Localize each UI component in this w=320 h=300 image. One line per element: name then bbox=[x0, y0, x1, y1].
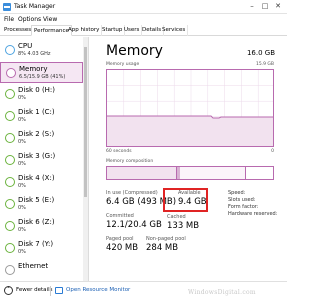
menu-view[interactable]: View bbox=[43, 16, 57, 23]
memory-composition-label: Memory composition bbox=[106, 159, 154, 164]
composition-standby bbox=[180, 167, 246, 179]
sidebar-item-label: Disk 3 (G:) bbox=[18, 152, 56, 160]
menu-bar: File Options View bbox=[0, 14, 287, 25]
memory-total: 16.0 GB bbox=[246, 49, 275, 57]
sidebar-item-sub: 0% bbox=[18, 117, 26, 123]
maximize-icon[interactable]: □ bbox=[258, 1, 272, 12]
disk-graph-icon bbox=[5, 243, 15, 253]
open-resource-monitor-link[interactable]: Open Resource Monitor bbox=[66, 287, 130, 293]
page-title: Memory bbox=[106, 43, 163, 59]
sidebar-item-label: Disk 0 (H:) bbox=[18, 86, 56, 94]
disk-graph-icon bbox=[5, 221, 15, 231]
sidebar-item-sub: 0% bbox=[18, 161, 26, 167]
watermark: WindowsDigital.com bbox=[188, 289, 256, 296]
sidebar-item-label: Disk 4 (X:) bbox=[18, 174, 55, 182]
sidebar-item-sub: 0% bbox=[18, 139, 26, 145]
paged-pool-value: 420 MB bbox=[106, 243, 139, 253]
nonpaged-pool-label: Non-paged pool bbox=[146, 236, 186, 242]
resource-monitor-icon bbox=[55, 287, 63, 294]
sidebar-item-disk-2[interactable]: Disk 2 (S:) 0% bbox=[0, 128, 83, 149]
sidebar-item-sub: 0% bbox=[18, 249, 26, 255]
menu-file[interactable]: File bbox=[4, 16, 14, 23]
committed-value: 12.1/20.4 GB bbox=[106, 220, 162, 230]
sidebar-item-sub: 0% bbox=[18, 95, 26, 101]
sidebar-item-label: Disk 2 (S:) bbox=[18, 130, 55, 138]
memory-usage-label: Memory usage bbox=[106, 62, 140, 67]
sidebar-item-disk-1[interactable]: Disk 1 (C:) 0% bbox=[0, 106, 83, 127]
tab-bar: Processes Performance App history Startu… bbox=[0, 25, 287, 36]
menu-options[interactable]: Options bbox=[18, 16, 41, 23]
sidebar-item-sub: 6.5/15.9 GB (41%) bbox=[19, 74, 66, 80]
title-bar: Task Manager – □ ✕ bbox=[0, 0, 287, 14]
chevron-up-icon[interactable]: ˆ bbox=[4, 286, 13, 295]
time-axis-label: 60 seconds bbox=[106, 149, 132, 154]
sidebar-item-sub: 0% bbox=[18, 205, 26, 211]
spec-speed-label: Speed: bbox=[228, 190, 246, 196]
memory-panel: Memory 16.0 GB Memory usage 15.9 GB 60 s… bbox=[97, 37, 282, 281]
sidebar-item-disk-6[interactable]: Disk 6 (Z:) 0% bbox=[0, 216, 83, 237]
tab-processes[interactable]: Processes bbox=[2, 25, 35, 36]
memory-usage-graph bbox=[106, 69, 274, 147]
cached-value: 133 MB bbox=[167, 221, 200, 231]
nonpaged-pool-value: 284 MB bbox=[146, 243, 179, 253]
sidebar-item-memory[interactable]: Memory 6.5/15.9 GB (41%) bbox=[0, 62, 83, 83]
spec-form-factor-label: Form factor: bbox=[228, 204, 259, 210]
scroll-thumb[interactable] bbox=[84, 47, 87, 197]
tab-services[interactable]: Services bbox=[160, 25, 189, 36]
spec-hardware-reserved-label: Hardware reserved: bbox=[228, 211, 278, 217]
footer-divider bbox=[50, 286, 51, 296]
sidebar-item-label: Disk 6 (Z:) bbox=[18, 218, 55, 226]
committed-label: Committed bbox=[106, 213, 134, 219]
memory-usage-chart bbox=[107, 70, 273, 146]
ethernet-graph-icon bbox=[5, 265, 15, 275]
performance-sidebar: CPU 8% 4.03 GHz Memory 6.5/15.9 GB (41%)… bbox=[0, 37, 89, 281]
composition-in-use bbox=[107, 167, 177, 179]
in-use-label: In use (Compressed) bbox=[106, 190, 158, 196]
cached-label: Cached bbox=[167, 214, 186, 220]
sidebar-item-label: Disk 5 (E:) bbox=[18, 196, 55, 204]
minimize-icon[interactable]: – bbox=[245, 1, 259, 12]
sidebar-item-disk-5[interactable]: Disk 5 (E:) 0% bbox=[0, 194, 83, 215]
sidebar-item-cpu[interactable]: CPU 8% 4.03 GHz bbox=[0, 40, 83, 61]
zero-axis-label: 0 bbox=[271, 149, 274, 154]
sidebar-item-label: Disk 1 (C:) bbox=[18, 108, 55, 116]
sidebar-item-label: Disk 7 (Y:) bbox=[18, 240, 54, 248]
fewer-details-button[interactable]: Fewer details bbox=[16, 287, 52, 293]
sidebar-item-label: Ethernet bbox=[18, 262, 49, 270]
tab-app-history[interactable]: App history bbox=[66, 25, 103, 36]
cpu-graph-icon bbox=[5, 45, 15, 55]
disk-graph-icon bbox=[5, 133, 15, 143]
memory-composition-bar bbox=[106, 166, 274, 180]
sidebar-item-disk-0[interactable]: Disk 0 (H:) 0% bbox=[0, 84, 83, 105]
close-icon[interactable]: ✕ bbox=[271, 1, 285, 12]
memory-graph-icon bbox=[6, 68, 16, 78]
memory-usage-max: 15.9 GB bbox=[255, 62, 274, 67]
sidebar-item-disk-3[interactable]: Disk 3 (G:) 0% bbox=[0, 150, 83, 171]
sidebar-item-ethernet[interactable]: Ethernet bbox=[0, 260, 83, 281]
disk-graph-icon bbox=[5, 155, 15, 165]
disk-graph-icon bbox=[5, 111, 15, 121]
sidebar-item-label: CPU bbox=[18, 42, 33, 50]
disk-graph-icon bbox=[5, 199, 15, 209]
cached-highlight-box bbox=[163, 188, 208, 212]
disk-graph-icon bbox=[5, 89, 15, 99]
sidebar-scrollbar[interactable] bbox=[83, 37, 88, 281]
task-manager-icon bbox=[3, 3, 11, 11]
sidebar-item-disk-4[interactable]: Disk 4 (X:) 0% bbox=[0, 172, 83, 193]
sidebar-item-disk-7[interactable]: Disk 7 (Y:) 0% bbox=[0, 238, 83, 259]
spec-slots-label: Slots used: bbox=[228, 197, 256, 203]
sidebar-item-label: Memory bbox=[19, 65, 48, 73]
sidebar-item-sub: 0% bbox=[18, 183, 26, 189]
sidebar-item-sub: 0% bbox=[18, 227, 26, 233]
window-title: Task Manager bbox=[14, 3, 56, 10]
paged-pool-label: Paged pool bbox=[106, 236, 134, 242]
sidebar-item-sub: 8% 4.03 GHz bbox=[18, 51, 51, 57]
disk-graph-icon bbox=[5, 177, 15, 187]
